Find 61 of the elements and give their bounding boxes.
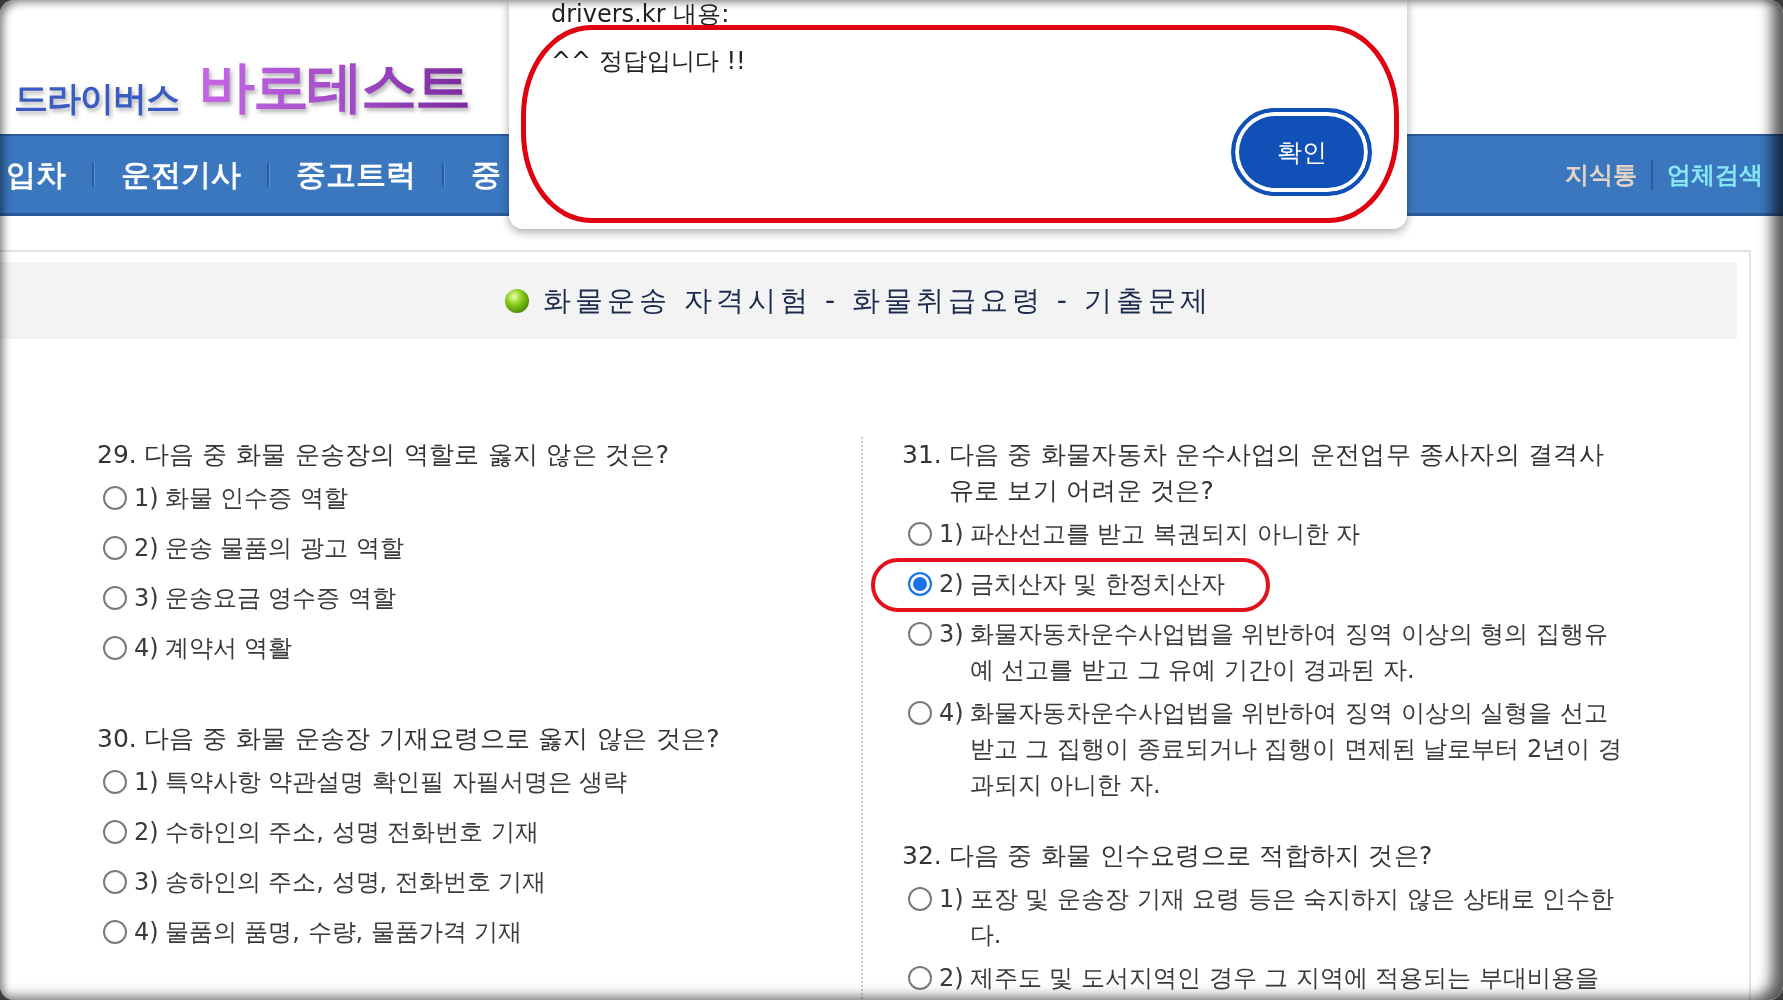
- option-text: 화물 인수증 역할: [164, 483, 348, 514]
- ok-button[interactable]: 확인: [1231, 108, 1372, 196]
- option-text: 계약서 역활: [164, 633, 293, 664]
- option-text: 송하인의 주소, 성명, 전화번호 기재: [164, 867, 547, 898]
- option-text: 포장 및 운송장 기재 요령 등은 숙지하지 않은 상태로 인수한다.: [969, 884, 1616, 951]
- question-number: 29.: [97, 439, 137, 471]
- option-text: 운송요금 영수증 역할: [164, 583, 396, 614]
- logo-prefix[interactable]: 드라이버스: [14, 81, 179, 115]
- question-number: 32.: [902, 840, 942, 872]
- dialog-message: ^^ 정답입니다 !!: [551, 46, 746, 76]
- option-number: 1): [134, 483, 159, 514]
- radio-button[interactable]: [103, 486, 127, 510]
- radio-button[interactable]: [103, 586, 127, 610]
- option-number: 3): [939, 619, 964, 650]
- nav-link[interactable]: 지식통: [1551, 156, 1651, 193]
- option-text: 금치산자 및 한정치산자: [969, 569, 1225, 600]
- radio-button[interactable]: [103, 920, 127, 944]
- nav-link[interactable]: 업체검색: [1653, 156, 1777, 193]
- option-number: 4): [939, 698, 964, 729]
- option-number: 3): [134, 583, 159, 614]
- radio-button[interactable]: [908, 522, 932, 546]
- radio-button[interactable]: [908, 701, 932, 725]
- question-number: 31.: [902, 439, 942, 471]
- bullet-icon: [505, 288, 530, 313]
- option-number: 2): [134, 533, 159, 564]
- option-text: 화물자동차운수사업법을 위반하여 징역 이상의 실형을 선고받고 그 집행이 종료되거나 집행이 면제된 날로부터 2년이 경과되지 아니한 자.: [969, 698, 1623, 801]
- question-text: 다음 중 화물 운송장 기재요령으로 옳지 않은 것은?: [143, 723, 721, 755]
- option-number: 3): [134, 867, 159, 898]
- option-text: 물품의 품명, 수량, 물품가격 기재: [164, 917, 523, 948]
- radio-button[interactable]: [103, 636, 127, 660]
- question-number: 30.: [97, 723, 137, 755]
- dialog-title: drivers.kr 내용:: [551, 0, 730, 28]
- page-title: 화물운송 자격시험 - 화물취급요령 - 기출문제: [543, 282, 1212, 319]
- radio-button[interactable]: [103, 770, 127, 794]
- nav-link[interactable]: 입차: [0, 154, 92, 195]
- option-text: 특약사항 약관설명 확인필 자필서명은 생략: [164, 767, 628, 798]
- nav-link[interactable]: 중고트럭: [270, 154, 442, 195]
- option-text: 제주도 및 도서지역인 경우 그 지역에 적용되는 부대비용을: [969, 963, 1600, 994]
- question-text: 다음 중 화물 인수요령으로 적합하지 것은?: [948, 840, 1434, 872]
- question-text: 다음 중 화물자동차 운수사업의 운전업무 종사자의 결격사유로 보기 어려운 것은?: [948, 439, 1605, 507]
- option-number: 2): [134, 817, 159, 848]
- option-text: 수하인의 주소, 성명 전화번호 기재: [164, 817, 539, 848]
- radio-button[interactable]: [908, 572, 932, 596]
- option-number: 2): [939, 569, 964, 600]
- option-text: 화물자동차운수사업법을 위반하여 징역 이상의 형의 집행유예 선고를 받고 그 유예 기간이 경과된 자.: [969, 619, 1609, 686]
- option-number: 4): [134, 633, 159, 664]
- nav-link[interactable]: 운전기사: [95, 154, 267, 195]
- radio-button[interactable]: [103, 820, 127, 844]
- radio-button[interactable]: [908, 622, 932, 646]
- option-number: 1): [939, 884, 964, 915]
- option-number: 1): [134, 767, 159, 798]
- question-text: 다음 중 화물 운송장의 역할로 옳지 않은 것은?: [143, 439, 671, 471]
- option-text: 파산선고를 받고 복권되지 아니한 자: [969, 519, 1361, 550]
- radio-button[interactable]: [908, 966, 932, 990]
- option-number: 1): [939, 519, 964, 550]
- option-text: 운송 물품의 광고 역할: [164, 533, 404, 564]
- radio-button[interactable]: [103, 536, 127, 560]
- radio-button[interactable]: [103, 870, 127, 894]
- radio-button[interactable]: [908, 887, 932, 911]
- option-number: 2): [939, 963, 964, 994]
- option-number: 4): [134, 917, 159, 948]
